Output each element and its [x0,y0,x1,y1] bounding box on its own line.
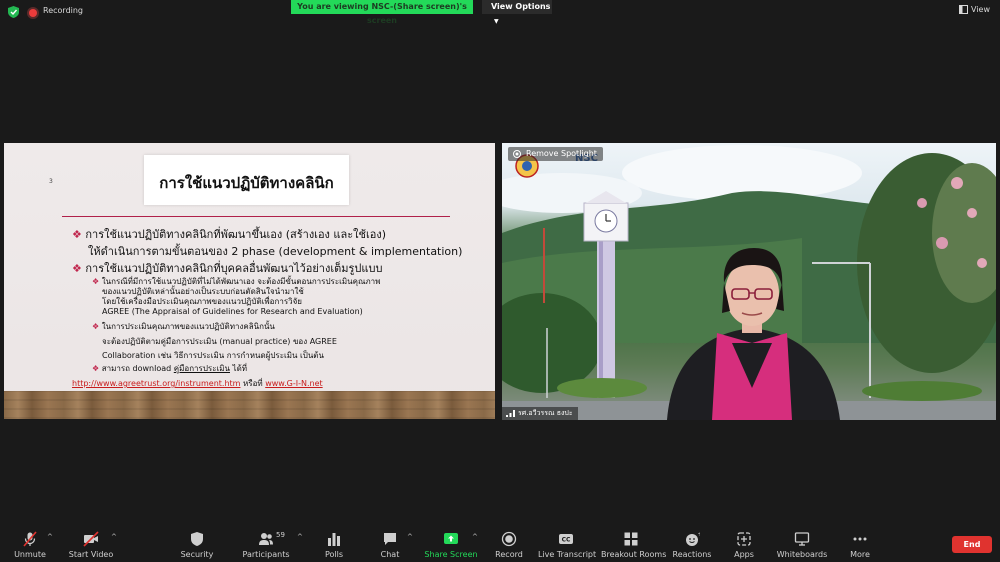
slide-subbullet-2: ❖ ในการประเมินคุณภาพของแนวปฏิบัติทางคลิน… [92,320,275,333]
end-meeting-button[interactable]: End [952,536,992,553]
diamond-bullet-icon: ❖ [72,262,82,275]
security-label: Security [180,550,214,559]
cc-icon: CC [559,534,573,544]
more-button[interactable]: More [843,527,877,562]
share-screen-button[interactable]: Share Screen [424,527,478,562]
breakout-rooms-label: Breakout Rooms [601,550,667,559]
signal-bars-icon [506,410,515,417]
start-video-button[interactable]: Start Video [66,527,116,562]
record-label: Record [495,550,523,559]
slide-line: ในการประเมินคุณภาพของแนวปฏิบัติทางคลินิก… [101,322,275,331]
slide-page-number: 3 [49,178,53,185]
breakout-rooms-button[interactable]: Breakout Rooms [601,527,667,562]
share-options-caret[interactable]: ^ [472,533,478,541]
live-transcript-label: Live Transcript [538,550,597,559]
slide-line: การใช้แนวปฏิบัติทางคลินิกที่พัฒนาขึ้นเอง… [85,228,387,241]
participants-icon [259,533,273,545]
reactions-button[interactable]: + Reactions [672,527,712,562]
more-icon [853,537,867,541]
breakout-rooms-icon [624,532,638,546]
reactions-label: Reactions [672,550,712,559]
slide-title: การใช้แนวปฏิบัติทางคลินิก [159,174,334,192]
whiteboards-label: Whiteboards [776,550,828,559]
remove-spotlight-button[interactable]: Remove Spotlight [508,147,603,161]
diamond-bullet-icon: ❖ [72,228,82,241]
slide-line: การใช้แนวปฏิบัติทางคลินิกที่บุคคลอื่นพัฒ… [85,262,383,275]
unmute-label: Unmute [14,550,46,559]
start-video-label: Start Video [68,550,114,559]
remove-spotlight-label: Remove Spotlight [526,149,597,158]
diamond-bullet-icon: ❖ [92,364,100,373]
viewing-banner: You are viewing NSC-(Share screen)'s scr… [291,0,473,25]
top-status-bar: Recording You are viewing NSC-(Share scr… [0,0,1000,25]
slide-subbullet-3: ❖ สามารถ download คู่มือการประเมิน ได้ที… [92,362,247,375]
whiteboards-button[interactable]: Whiteboards [776,527,828,562]
apps-label: Apps [734,550,754,559]
share-screen-label: Share Screen [424,550,478,559]
recording-dot-icon [29,9,37,17]
apps-button[interactable]: Apps [727,527,761,562]
view-label: View [971,5,990,14]
meeting-toolbar: Unmute ^ Start Video ^ Security Particip… [0,527,1000,562]
recording-label: Recording [43,6,84,15]
participants-options-caret[interactable]: ^ [297,533,303,541]
chat-button[interactable]: Chat [372,527,408,562]
video-off-icon [83,531,99,547]
live-transcript-button[interactable]: CC Live Transcript [538,527,597,562]
slide-title-box: การใช้แนวปฏิบัติทางคลินิก [144,155,349,205]
speaker-video-tile[interactable]: NSC Remove Spotlight รศ.อวีวรรณ ธงปะ [502,143,996,420]
agree-url-link[interactable]: http://www.agreetrust.org/instrument.htm [72,379,240,388]
slide-bullet-1: ❖ การใช้แนวปฏิบัติทางคลินิกที่พัฒนาขึ้นเ… [72,225,386,243]
slide-line: จะต้องปฏิบัติตามคู่มือการประเมิน (manual… [102,337,337,346]
view-button[interactable]: View [959,5,990,14]
shared-screen-slide: 3 การใช้แนวปฏิบัติทางคลินิก ❖ การใช้แนวป… [4,143,495,419]
participants-count: 59 [276,531,285,539]
svg-text:+: + [698,531,701,538]
chat-icon [384,533,396,545]
chevron-down-icon: ▼ [494,18,499,25]
chat-options-caret[interactable]: ^ [407,533,413,541]
diamond-bullet-icon: ❖ [92,277,100,286]
or-text: หรือที่ [240,379,266,388]
share-screen-icon [444,533,458,544]
view-options-label: View Options [491,2,551,11]
unmute-options-caret[interactable]: ^ [47,533,53,541]
apps-icon [737,532,751,546]
microphone-muted-icon [23,531,37,547]
polls-icon [328,533,340,546]
slide-divider [62,216,450,217]
slide-line: AGREE (The Appraisal of Guidelines for R… [102,307,363,316]
shield-check-icon[interactable] [8,6,19,18]
gin-url-link[interactable]: www.G-I-N.net [265,379,322,388]
diamond-bullet-icon: ❖ [92,322,100,331]
download-suffix: ได้ที่ [230,364,248,373]
view-grid-icon [959,5,969,14]
url-line: http://www.agreetrust.org/instrument.htm… [72,377,323,390]
shield-icon [191,532,203,546]
record-icon [501,531,517,547]
view-options-button[interactable]: View Options ▼ [482,0,552,25]
svg-text:CC: CC [562,537,571,544]
slide-line: Collaboration เช่น วิธีการประเมิน การกำห… [102,351,324,360]
spotlight-icon [513,150,521,158]
download-text: สามารถ download [101,364,172,373]
unmute-button[interactable]: Unmute [8,527,52,562]
whiteboard-icon [794,532,810,546]
polls-button[interactable]: Polls [316,527,352,562]
reactions-icon: + [686,531,701,546]
record-button[interactable]: Record [490,527,528,562]
security-button[interactable]: Security [177,527,217,562]
slide-line: ให้ดำเนินการตามขั้นตอนของ 2 phase (devel… [88,245,463,258]
manual-link[interactable]: คู่มือการประเมิน [174,364,230,373]
video-background-scene [502,145,996,420]
video-options-caret[interactable]: ^ [111,533,117,541]
participant-name: รศ.อวีวรรณ ธงปะ [518,409,573,417]
chat-label: Chat [380,550,400,559]
participants-label: Participants [242,550,290,559]
more-label: More [850,550,870,559]
polls-label: Polls [324,550,344,559]
participant-name-tag: รศ.อวีวรรณ ธงปะ [502,407,578,420]
wood-floor-graphic [4,391,495,419]
